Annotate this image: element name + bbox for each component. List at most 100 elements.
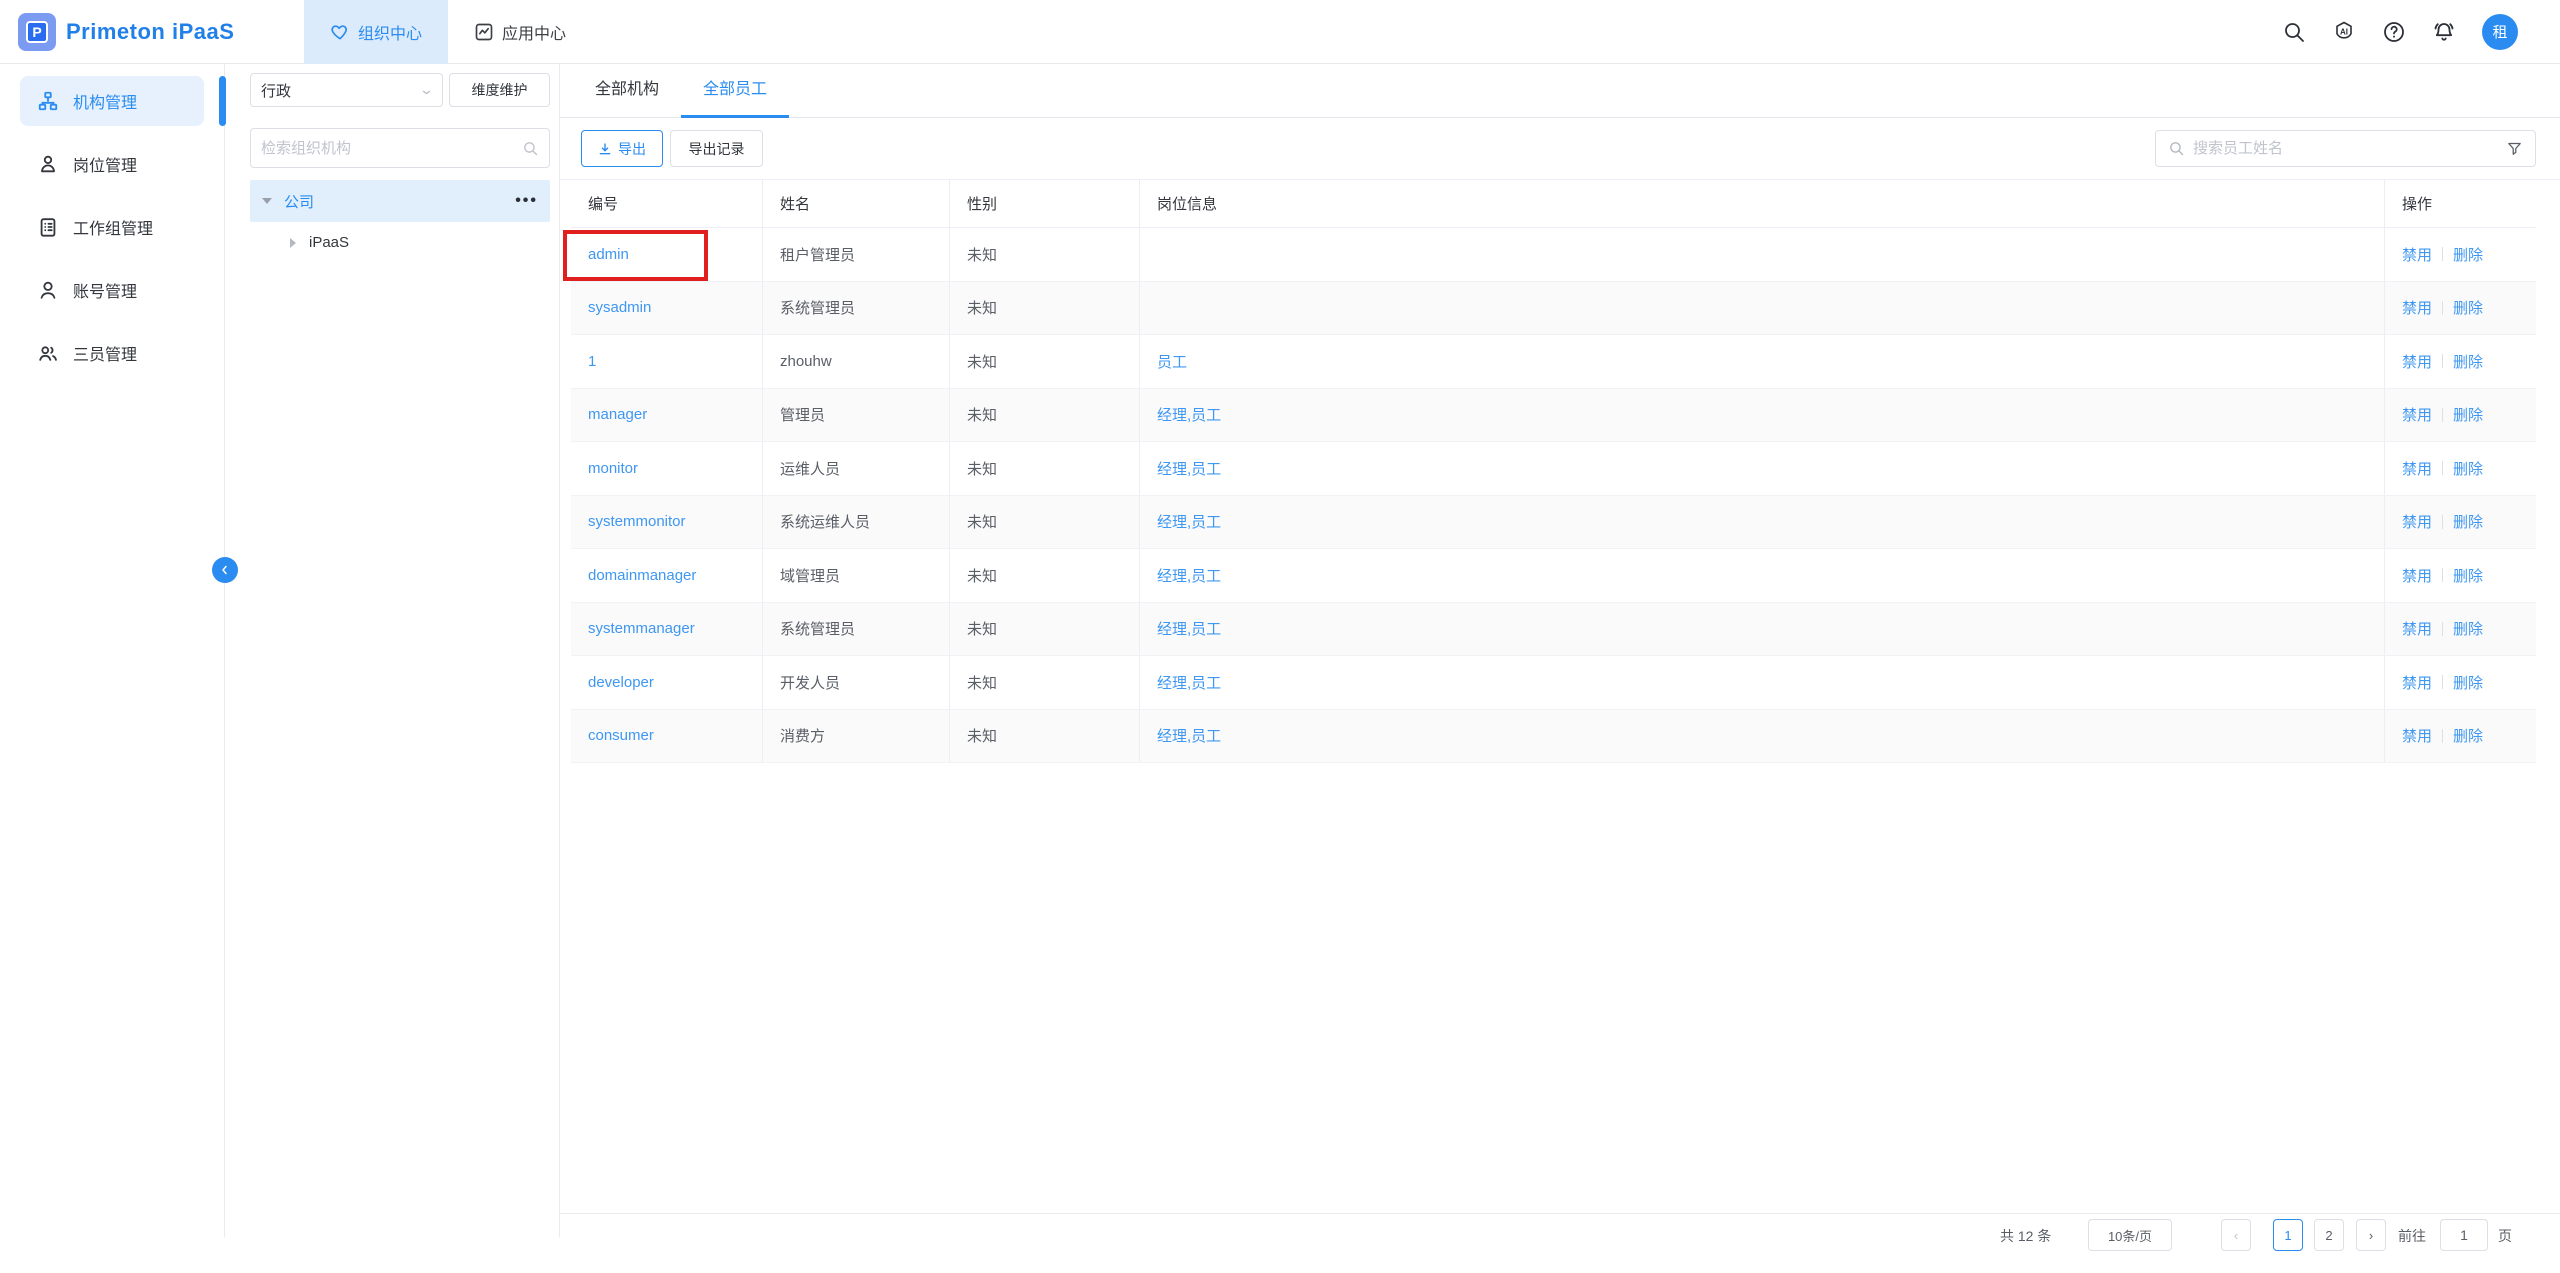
ai-assistant-icon[interactable]: AI — [2332, 20, 2356, 44]
table-row: developer 开发人员 未知 经理,员工 禁用 删除 — [571, 656, 2536, 710]
sidebar-item-account-management[interactable]: 账号管理 — [20, 265, 204, 315]
disable-action-link[interactable]: 禁用 — [2402, 297, 2432, 318]
dimension-select[interactable]: 行政 ⌄ — [250, 73, 443, 107]
delete-action-link[interactable]: 删除 — [2453, 672, 2483, 693]
employee-id-link[interactable]: systemmanager — [588, 620, 695, 637]
employee-search-input[interactable] — [2193, 140, 2498, 157]
employee-positions-link[interactable]: 经理,员工 — [1157, 511, 1221, 532]
delete-action-link[interactable]: 删除 — [2453, 511, 2483, 532]
employee-positions-link[interactable]: 经理,员工 — [1157, 618, 1221, 639]
employee-name: 域管理员 — [763, 549, 950, 602]
page-size-select[interactable]: 10条/页 — [2088, 1219, 2172, 1251]
notification-bell-icon[interactable] — [2432, 20, 2456, 44]
table-header-row: 编号 姓名 性别 岗位信息 操作 — [571, 180, 2536, 228]
action-divider — [2442, 247, 2443, 261]
chevron-down-icon: ⌄ — [419, 82, 434, 98]
employee-id-link[interactable]: admin — [588, 246, 629, 263]
active-item-indicator — [219, 76, 226, 126]
org-tree-icon — [37, 90, 59, 112]
org-search-input[interactable] — [261, 140, 522, 157]
next-page-button[interactable]: › — [2356, 1219, 2386, 1251]
tree-node-company[interactable]: 公司 ••• — [250, 180, 550, 222]
page-2-button[interactable]: 2 — [2314, 1219, 2344, 1251]
employee-positions-link[interactable]: 经理,员工 — [1157, 458, 1221, 479]
delete-action-link[interactable]: 删除 — [2453, 565, 2483, 586]
action-divider — [2442, 515, 2443, 529]
disable-action-link[interactable]: 禁用 — [2402, 565, 2432, 586]
sidebar-item-label: 三员管理 — [73, 341, 137, 365]
tree-node-label: iPaaS — [309, 234, 349, 251]
page-1-button[interactable]: 1 — [2273, 1219, 2303, 1251]
tab-all-organizations[interactable]: 全部机构 — [573, 64, 681, 118]
employee-id-link[interactable]: 1 — [588, 353, 596, 370]
sidebar-item-label: 岗位管理 — [73, 152, 137, 176]
goto-page-label: 前往 — [2398, 1226, 2426, 1246]
export-button[interactable]: 导出 — [581, 130, 663, 167]
delete-action-link[interactable]: 删除 — [2453, 404, 2483, 425]
disable-action-link[interactable]: 禁用 — [2402, 511, 2432, 532]
tree-node-ipaas[interactable]: iPaaS — [250, 222, 550, 263]
table-row: admin 租户管理员 未知 禁用 删除 — [571, 228, 2536, 282]
employee-id-link[interactable]: consumer — [588, 727, 654, 744]
export-log-button[interactable]: 导出记录 — [670, 130, 763, 167]
workgroup-icon — [37, 216, 59, 238]
disable-action-link[interactable]: 禁用 — [2402, 618, 2432, 639]
employee-positions-link[interactable]: 经理,员工 — [1157, 404, 1221, 425]
employee-positions-link[interactable]: 经理,员工 — [1157, 565, 1221, 586]
dimension-select-value: 行政 — [261, 80, 291, 101]
sidebar-item-three-members-management[interactable]: 三员管理 — [20, 328, 204, 378]
delete-action-link[interactable]: 删除 — [2453, 351, 2483, 372]
employee-id-link[interactable]: developer — [588, 674, 654, 691]
filter-funnel-icon[interactable] — [2506, 140, 2523, 157]
table-row: systemmanager 系统管理员 未知 经理,员工 禁用 删除 — [571, 603, 2536, 657]
action-divider — [2442, 354, 2443, 368]
goto-page-input[interactable] — [2440, 1219, 2488, 1251]
disable-action-link[interactable]: 禁用 — [2402, 672, 2432, 693]
delete-action-link[interactable]: 删除 — [2453, 297, 2483, 318]
sidebar-item-position-management[interactable]: 岗位管理 — [20, 139, 204, 189]
tab-all-employees[interactable]: 全部员工 — [681, 64, 789, 118]
svg-text:AI: AI — [2340, 27, 2348, 36]
disable-action-link[interactable]: 禁用 — [2402, 404, 2432, 425]
delete-action-link[interactable]: 删除 — [2453, 244, 2483, 265]
dimension-maintain-button[interactable]: 维度维护 — [449, 73, 550, 107]
main-content: 全部机构 全部员工 导出 导出记录 编号 姓名 性别 岗位信息 操作 — [560, 64, 2560, 1237]
panel-collapse-button[interactable] — [212, 557, 238, 583]
tree-node-label: 公司 — [284, 191, 314, 212]
previous-page-button[interactable]: ‹ — [2221, 1219, 2251, 1251]
nav-tab-application-center[interactable]: 应用中心 — [448, 0, 592, 64]
employee-id-link[interactable]: sysadmin — [588, 299, 651, 316]
column-header-positions: 岗位信息 — [1140, 180, 2385, 227]
table-row: domainmanager 域管理员 未知 经理,员工 禁用 删除 — [571, 549, 2536, 603]
sidebar-item-workgroup-management[interactable]: 工作组管理 — [20, 202, 204, 252]
employee-table: 编号 姓名 性别 岗位信息 操作 admin 租户管理员 未知 禁用 删除 sy… — [571, 180, 2536, 763]
disable-action-link[interactable]: 禁用 — [2402, 244, 2432, 265]
employee-id-link[interactable]: monitor — [588, 460, 638, 477]
employee-name: 管理员 — [763, 389, 950, 442]
search-icon[interactable] — [2282, 20, 2306, 44]
nav-tab-organization-center[interactable]: 组织中心 — [304, 0, 448, 64]
employee-positions-link[interactable]: 经理,员工 — [1157, 672, 1221, 693]
employee-gender: 未知 — [950, 496, 1140, 549]
employee-id-link[interactable]: systemmonitor — [588, 513, 686, 530]
more-actions-icon[interactable]: ••• — [515, 192, 538, 210]
disable-action-link[interactable]: 禁用 — [2402, 458, 2432, 479]
help-icon[interactable] — [2382, 20, 2406, 44]
employee-id-link[interactable]: domainmanager — [588, 567, 696, 584]
delete-action-link[interactable]: 删除 — [2453, 725, 2483, 746]
employee-positions-link[interactable]: 员工 — [1157, 351, 1187, 372]
table-body: admin 租户管理员 未知 禁用 删除 sysadmin 系统管理员 未知 禁… — [571, 228, 2536, 763]
caret-down-icon[interactable] — [262, 198, 272, 204]
table-row: manager 管理员 未知 经理,员工 禁用 删除 — [571, 389, 2536, 443]
disable-action-link[interactable]: 禁用 — [2402, 351, 2432, 372]
sidebar-item-org-management[interactable]: 机构管理 — [20, 76, 204, 126]
caret-right-icon[interactable] — [290, 238, 296, 248]
user-avatar[interactable]: 租 — [2482, 14, 2518, 50]
employee-id-link[interactable]: manager — [588, 406, 647, 423]
delete-action-link[interactable]: 删除 — [2453, 458, 2483, 479]
action-divider — [2442, 729, 2443, 743]
employee-positions-link[interactable]: 经理,员工 — [1157, 725, 1221, 746]
delete-action-link[interactable]: 删除 — [2453, 618, 2483, 639]
disable-action-link[interactable]: 禁用 — [2402, 725, 2432, 746]
employee-name: 系统管理员 — [763, 282, 950, 335]
